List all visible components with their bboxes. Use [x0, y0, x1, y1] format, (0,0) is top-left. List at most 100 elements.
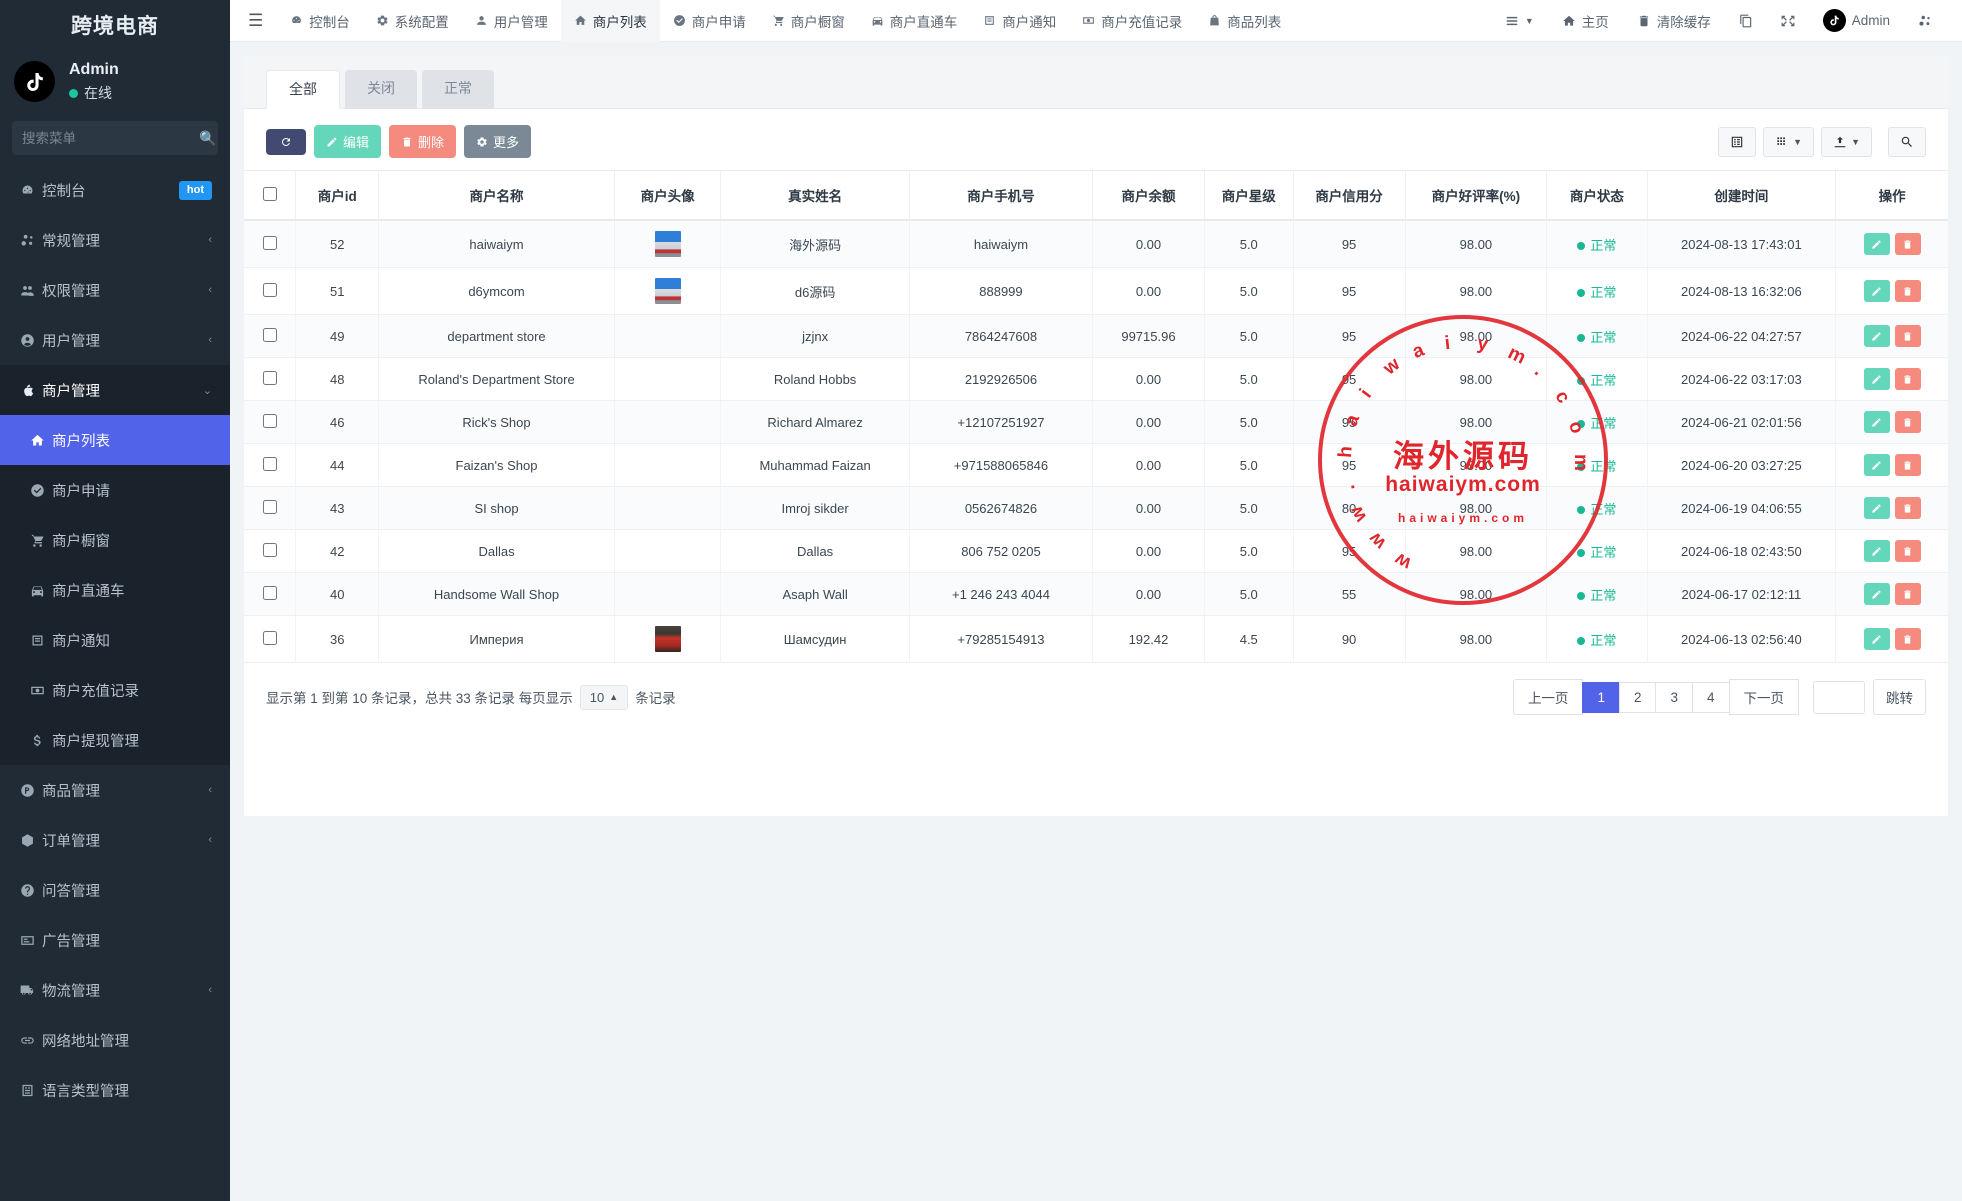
row-checkbox[interactable] [263, 457, 277, 471]
topbar-action-copy-window-icon[interactable] [1725, 14, 1767, 28]
sidebar-item-17[interactable]: 网络地址管理 [0, 1015, 230, 1065]
row-edit-button[interactable] [1864, 411, 1890, 433]
columns-list-icon[interactable] [1718, 127, 1756, 157]
delete-button[interactable]: 删除 [389, 125, 456, 158]
topbar-action-Admin[interactable]: Admin [1809, 9, 1904, 32]
topbar-action-settings-cogs-icon[interactable] [1904, 14, 1946, 28]
sidebar-item-5[interactable]: 商户列表 [0, 415, 230, 465]
topbar-action-清除缓存[interactable]: 清除缓存 [1623, 11, 1725, 31]
row-edit-button[interactable] [1864, 540, 1890, 562]
sidebar-item-2[interactable]: 权限管理‹ [0, 265, 230, 315]
row-delete-button[interactable] [1895, 280, 1921, 302]
sidebar-item-18[interactable]: 语言类型管理 [0, 1065, 230, 1115]
sidebar-item-3[interactable]: 用户管理‹ [0, 315, 230, 365]
search-icon[interactable]: 🔍 [199, 130, 216, 147]
row-edit-button[interactable] [1864, 497, 1890, 519]
table-row[interactable]: 42DallasDallas806 752 02050.005.09598.00… [244, 530, 1948, 573]
topbar-tab-0[interactable]: 控制台 [277, 0, 363, 42]
sidebar-item-13[interactable]: 订单管理‹ [0, 815, 230, 865]
topbar-tab-9[interactable]: 商品列表 [1195, 0, 1294, 42]
row-select-cell[interactable] [244, 401, 296, 444]
topbar-action-list-menu-dropdown-icon[interactable]: ▼ [1491, 14, 1548, 28]
topbar-tab-3[interactable]: 商户列表 [561, 0, 660, 42]
sidebar-item-7[interactable]: 商户橱窗 [0, 515, 230, 565]
filter-tab-关闭[interactable]: 关闭 [345, 70, 417, 109]
row-select-cell[interactable] [244, 444, 296, 487]
page-button-2[interactable]: 2 [1619, 682, 1657, 713]
row-delete-button[interactable] [1895, 583, 1921, 605]
row-checkbox[interactable] [263, 328, 277, 342]
row-checkbox[interactable] [263, 371, 277, 385]
select-all-checkbox[interactable] [263, 187, 277, 201]
row-edit-button[interactable] [1864, 280, 1890, 302]
sidebar-item-10[interactable]: 商户充值记录 [0, 665, 230, 715]
menu-search-box[interactable]: 🔍 [12, 121, 218, 155]
select-all-header[interactable] [244, 171, 296, 221]
jump-page-input[interactable] [1813, 681, 1865, 714]
row-delete-button[interactable] [1895, 454, 1921, 476]
sidebar-item-9[interactable]: 商户通知 [0, 615, 230, 665]
row-edit-button[interactable] [1864, 583, 1890, 605]
sidebar-item-16[interactable]: 物流管理‹ [0, 965, 230, 1015]
row-edit-button[interactable] [1864, 628, 1890, 650]
row-checkbox[interactable] [263, 283, 277, 297]
per-page-select[interactable]: 10 ▲ [580, 685, 628, 710]
row-select-cell[interactable] [244, 268, 296, 315]
row-edit-button[interactable] [1864, 233, 1890, 255]
row-select-cell[interactable] [244, 616, 296, 663]
row-select-cell[interactable] [244, 487, 296, 530]
sidebar-item-1[interactable]: 常规管理‹ [0, 215, 230, 265]
table-row[interactable]: 48Roland's Department StoreRoland Hobbs2… [244, 358, 1948, 401]
prev-page-button[interactable]: 上一页 [1513, 679, 1584, 715]
filter-tab-正常[interactable]: 正常 [422, 70, 494, 109]
refresh-button[interactable] [266, 129, 306, 155]
topbar-tab-4[interactable]: 商户申请 [660, 0, 759, 42]
topbar-tab-1[interactable]: 系统配置 [363, 0, 462, 42]
sidebar-item-8[interactable]: 商户直通车 [0, 565, 230, 615]
table-row[interactable]: 44Faizan's ShopMuhammad Faizan+971588065… [244, 444, 1948, 487]
edit-button[interactable]: 编辑 [314, 125, 381, 158]
topbar-tab-8[interactable]: 商户充值记录 [1069, 0, 1195, 42]
sidebar-user-panel[interactable]: Admin 在线 [0, 50, 230, 115]
page-button-3[interactable]: 3 [1655, 682, 1693, 713]
sidebar-item-6[interactable]: 商户申请 [0, 465, 230, 515]
sidebar-item-12[interactable]: 商品管理‹ [0, 765, 230, 815]
table-row[interactable]: 49department storejzjnx786424760899715.9… [244, 315, 1948, 358]
topbar-tab-6[interactable]: 商户直通车 [858, 0, 971, 42]
row-select-cell[interactable] [244, 573, 296, 616]
sidebar-item-11[interactable]: 商户提现管理 [0, 715, 230, 765]
row-delete-button[interactable] [1895, 628, 1921, 650]
row-checkbox[interactable] [263, 543, 277, 557]
row-delete-button[interactable] [1895, 233, 1921, 255]
next-page-button[interactable]: 下一页 [1729, 679, 1800, 715]
page-button-4[interactable]: 4 [1692, 682, 1730, 713]
row-select-cell[interactable] [244, 358, 296, 401]
row-select-cell[interactable] [244, 530, 296, 573]
row-edit-button[interactable] [1864, 325, 1890, 347]
row-delete-button[interactable] [1895, 325, 1921, 347]
row-checkbox[interactable] [263, 586, 277, 600]
table-row[interactable]: 40Handsome Wall ShopAsaph Wall+1 246 243… [244, 573, 1948, 616]
hamburger-icon[interactable]: ☰ [230, 11, 277, 31]
filter-tab-全部[interactable]: 全部 [266, 70, 340, 109]
table-row[interactable]: 51d6ymcomd6源码8889990.005.09598.00正常2024-… [244, 268, 1948, 315]
topbar-tab-2[interactable]: 用户管理 [462, 0, 561, 42]
row-select-cell[interactable] [244, 315, 296, 358]
topbar-tab-5[interactable]: 商户橱窗 [759, 0, 858, 42]
row-checkbox[interactable] [263, 414, 277, 428]
export-dropdown-icon[interactable]: ▼ [1821, 127, 1872, 157]
sidebar-item-14[interactable]: 问答管理 [0, 865, 230, 915]
table-row[interactable]: 52haiwaiym海外源码haiwaiym0.005.09598.00正常20… [244, 220, 1948, 268]
sidebar-item-4[interactable]: 商户管理⌄ [0, 365, 230, 415]
table-row[interactable]: 36ИмперияШамсудин+79285154913192.424.590… [244, 616, 1948, 663]
row-checkbox[interactable] [263, 236, 277, 250]
row-delete-button[interactable] [1895, 540, 1921, 562]
sidebar-item-0[interactable]: 控制台hot [0, 165, 230, 215]
search-icon[interactable] [1888, 127, 1926, 157]
table-row[interactable]: 46Rick's ShopRichard Almarez+12107251927… [244, 401, 1948, 444]
row-select-cell[interactable] [244, 220, 296, 268]
row-delete-button[interactable] [1895, 368, 1921, 390]
topbar-action-主页[interactable]: 主页 [1548, 11, 1623, 31]
page-button-1[interactable]: 1 [1582, 682, 1620, 713]
row-delete-button[interactable] [1895, 497, 1921, 519]
